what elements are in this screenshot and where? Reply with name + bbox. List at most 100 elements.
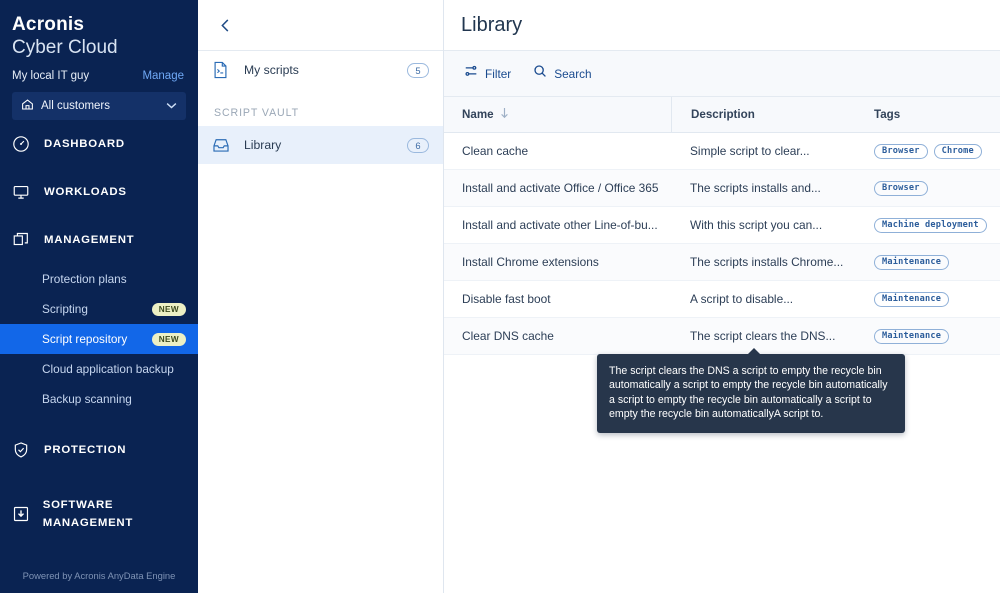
- column-header-description[interactable]: Description: [671, 97, 864, 132]
- download-box-icon: [12, 505, 33, 523]
- sidebar-item-management[interactable]: MANAGEMENT: [0, 216, 198, 264]
- my-scripts-count: 5: [407, 62, 429, 78]
- tag-badge: Machine deployment: [874, 217, 987, 233]
- cell-description: The script clears the DNS...: [690, 329, 836, 343]
- cell-tags: Browser Chrome: [864, 143, 1000, 159]
- sidebar-item-protection[interactable]: PROTECTION: [0, 426, 198, 474]
- new-badge: NEW: [151, 332, 186, 346]
- filter-label: Filter: [485, 66, 512, 81]
- sidebar-item-backup-scanning[interactable]: Backup scanning: [0, 384, 198, 414]
- cell-tags: Browser: [864, 180, 1000, 196]
- tag-badge: Chrome: [933, 143, 982, 159]
- brand-logo: Acronis Cyber Cloud: [0, 0, 198, 60]
- sidebar-item-workloads[interactable]: WORKLOADS: [0, 168, 198, 216]
- table-row[interactable]: Clear DNS cache The script clears the DNS…: [444, 318, 1000, 355]
- nav-label-library: Library: [244, 138, 282, 152]
- table-row[interactable]: Install Chrome extensions The scripts ins…: [444, 244, 1000, 281]
- tooltip-arrow: [747, 348, 761, 355]
- sidebar-label-software-management: SOFTWARE MANAGEMENT: [42, 499, 134, 529]
- tag-badge: Browser: [874, 143, 928, 159]
- cell-description: The scripts installs and...: [690, 181, 821, 195]
- inbox-icon: [212, 137, 234, 154]
- gauge-icon: [12, 135, 34, 153]
- customer-selector-label: All customers: [41, 100, 111, 112]
- cell-tags: Machine deployment: [864, 217, 1000, 233]
- search-icon: [533, 64, 547, 83]
- sidebar-label-script-repository: Script repository: [42, 332, 128, 346]
- tag-badge: Maintenance: [874, 254, 950, 270]
- cell-description: Simple script to clear...: [690, 144, 810, 158]
- table-row[interactable]: Install and activate other Line-of-bu...…: [444, 207, 1000, 244]
- sidebar-label-cloud-application-backup: Cloud application backup: [42, 362, 174, 376]
- chevron-left-icon[interactable]: [214, 14, 236, 36]
- tenant-name: My local IT guy: [12, 70, 90, 82]
- cell-description: The scripts installs Chrome...: [690, 255, 844, 269]
- cell-description: A script to disable...: [690, 292, 794, 306]
- chevron-down-icon: [166, 101, 177, 112]
- table-row[interactable]: Clean cache Simple script to clear... Brow…: [444, 133, 1000, 170]
- table-row[interactable]: Install and activate Office / Office 365…: [444, 170, 1000, 207]
- column-header-tags[interactable]: Tags: [864, 108, 1000, 121]
- shield-check-icon: [12, 441, 34, 459]
- sidebar-label-workloads: WORKLOADS: [44, 186, 127, 198]
- cell-name: Disable fast boot: [462, 292, 551, 306]
- table-body: Clean cache Simple script to clear... Brow…: [444, 133, 1000, 355]
- sidebar-label-protection-plans: Protection plans: [42, 272, 127, 286]
- sidebar-item-cloud-application-backup[interactable]: Cloud application backup: [0, 354, 198, 384]
- filter-button[interactable]: Filter: [464, 64, 511, 83]
- tooltip-text: The script clears the DNS a script to em…: [609, 365, 888, 421]
- sidebar-label-scripting: Scripting: [42, 302, 88, 316]
- customer-selector[interactable]: All customers: [12, 92, 186, 120]
- layers-icon: [12, 231, 34, 249]
- table-row[interactable]: Disable fast boot A script to disable... M…: [444, 281, 1000, 318]
- page-header: Library: [444, 0, 1000, 51]
- nav-item-my-scripts[interactable]: My scripts 5: [198, 51, 443, 89]
- tag-badge: Browser: [874, 180, 928, 196]
- search-button[interactable]: Search: [533, 64, 592, 83]
- toolbar: Filter Search: [444, 51, 1000, 97]
- monitor-icon: [12, 183, 34, 201]
- tenant-row: My local IT guy Manage: [0, 60, 198, 82]
- brand-line-2: Cyber Cloud: [12, 37, 118, 58]
- new-badge: NEW: [151, 302, 186, 316]
- script-vault-section-label: SCRIPT VAULT: [214, 107, 299, 119]
- cell-name: Install Chrome extensions: [462, 255, 599, 269]
- column-label-description: Description: [691, 108, 755, 121]
- search-label: Search: [554, 66, 592, 81]
- tag-badge: Maintenance: [874, 291, 950, 307]
- sidebar-item-dashboard[interactable]: DASHBOARD: [0, 120, 198, 168]
- nav-label-my-scripts: My scripts: [244, 63, 299, 77]
- script-file-icon: [212, 61, 234, 79]
- sidebar-item-script-repository[interactable]: Script repository NEW: [0, 324, 198, 354]
- scripts-nav-panel: My scripts 5 SCRIPT VAULT Library 6: [198, 0, 444, 593]
- app-window: Acronis Cyber Cloud My local IT guy Mana…: [0, 0, 1000, 593]
- table-header: Name Description Tags: [444, 97, 1000, 133]
- cell-tags: Maintenance: [864, 291, 1000, 307]
- cell-name: Install and activate Office / Office 365: [462, 181, 659, 195]
- sidebar-label-protection: PROTECTION: [44, 444, 127, 456]
- manage-link[interactable]: Manage: [142, 70, 184, 82]
- library-count: 6: [407, 137, 429, 153]
- cell-tags: Maintenance: [864, 328, 1000, 344]
- sidebar-label-backup-scanning: Backup scanning: [42, 392, 132, 406]
- cell-tags: Maintenance: [864, 254, 1000, 270]
- cell-name: Install and activate other Line-of-bu...: [462, 218, 658, 232]
- sidebar-label-management: MANAGEMENT: [44, 234, 135, 246]
- sidebar-label-dashboard: DASHBOARD: [44, 138, 125, 150]
- sidebar-item-scripting[interactable]: Scripting NEW: [0, 294, 198, 324]
- column-label-name: Name: [462, 108, 494, 121]
- column-header-name[interactable]: Name: [444, 107, 671, 122]
- sidebar-item-software-management[interactable]: SOFTWARE MANAGEMENT: [0, 486, 198, 542]
- left-sidebar: Acronis Cyber Cloud My local IT guy Mana…: [0, 0, 198, 593]
- cell-name: Clear DNS cache: [462, 329, 554, 343]
- page-title: Library: [461, 13, 523, 36]
- cell-description: With this script you can...: [690, 218, 823, 232]
- cell-name: Clean cache: [462, 144, 529, 158]
- brand-line-1: Acronis: [12, 14, 85, 35]
- home-icon: [21, 98, 34, 114]
- filter-icon: [464, 64, 478, 83]
- scripts-nav-header: [198, 0, 443, 51]
- nav-item-library[interactable]: Library 6: [198, 126, 443, 164]
- sidebar-item-protection-plans[interactable]: Protection plans: [0, 264, 198, 294]
- column-label-tags: Tags: [874, 108, 901, 121]
